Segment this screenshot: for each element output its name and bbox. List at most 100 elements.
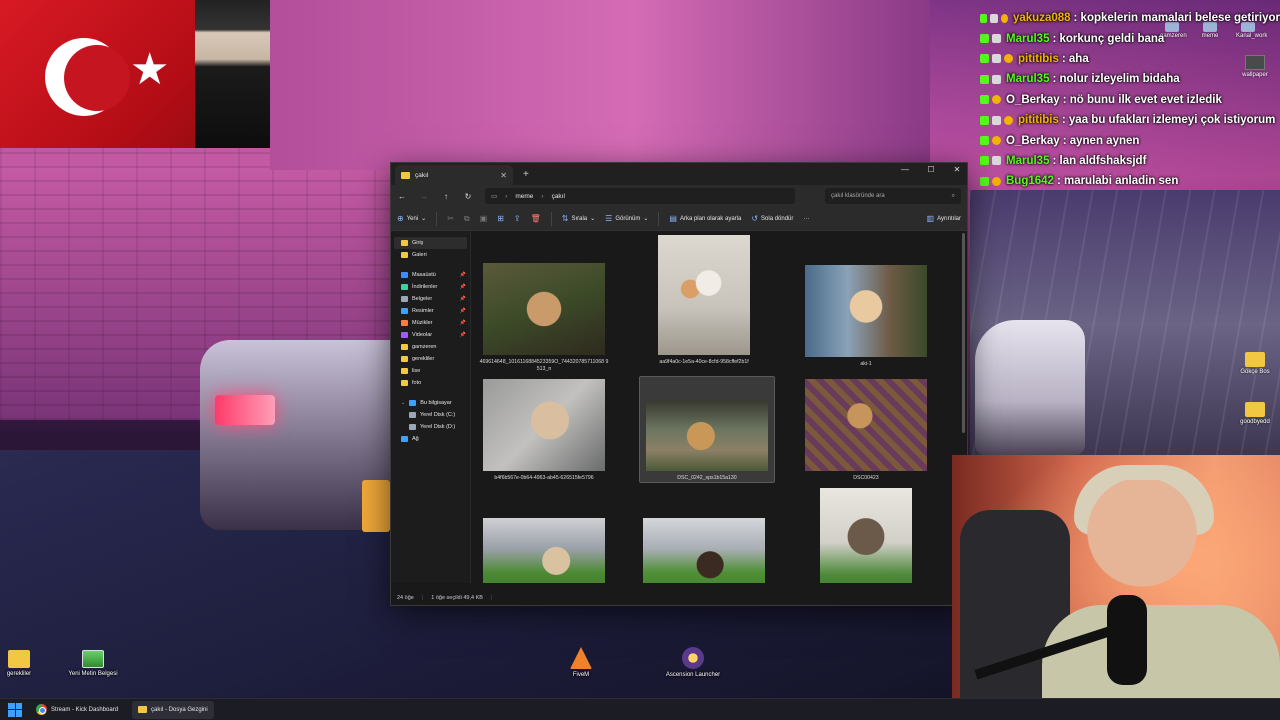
close-window-button[interactable]: ✕	[951, 165, 963, 174]
sidebar-item-downloads[interactable]: İndirilenler 📌	[391, 281, 470, 293]
start-tile	[15, 710, 22, 717]
taskbar-item-explorer[interactable]: çakıl - Dosya Gezgini	[132, 700, 214, 719]
breadcrumb-cakil[interactable]: çakıl	[552, 193, 565, 200]
forward-button[interactable]: →	[419, 192, 429, 201]
kick-badge-icon	[980, 115, 989, 125]
pin-icon[interactable]: 📌	[460, 272, 466, 278]
chat-username: O_Berkay	[1006, 134, 1060, 147]
back-button[interactable]: ←	[397, 192, 407, 201]
file-thumbnail[interactable]: b4f6b567e-0b64-4963-ab45-626515fe5796	[479, 379, 609, 482]
status-bar: 24 öğe | 1 öğe seçildi 49,4 KB |	[391, 591, 967, 605]
sidebar-item-lise[interactable]: lise	[391, 365, 470, 377]
explorer-body: Giriş Galeri Masaüstü 📌 İndirilenler 📌 B…	[391, 231, 967, 583]
sidebar-item-gallery[interactable]: Galeri	[391, 249, 470, 261]
view-button[interactable]: ☰ Görünüm ⌄	[605, 214, 648, 223]
sidebar-item-music[interactable]: Müzikler 📌	[391, 317, 470, 329]
chat-message: Marul35 : korkunç geldi bana	[980, 28, 1280, 48]
sidebar-item-home[interactable]: Giriş	[394, 237, 467, 249]
view-label: Görünüm	[615, 215, 641, 222]
set-background-label: Arka plan olarak ayarla	[679, 215, 742, 222]
minimize-button[interactable]: —	[899, 165, 911, 174]
file-thumbnail-selected[interactable]: DSC_0242_sps1b15a130	[639, 376, 775, 483]
address-input[interactable]: ▭ › meme › çakıl	[485, 188, 795, 204]
sidebar-item-gerekliler[interactable]: gerekliler	[391, 353, 470, 365]
pin-icon[interactable]: 📌	[460, 332, 466, 338]
sidebar-item-disk-d[interactable]: Yerel Disk (D:)	[391, 421, 470, 433]
image-preview	[483, 518, 605, 583]
taskbar-item-chrome[interactable]: Stream - Kick Dashboard	[30, 701, 124, 719]
paste-icon[interactable]: ▣	[480, 214, 488, 223]
rotate-left-button[interactable]: ↺ Sola döndür	[751, 214, 793, 223]
pin-icon[interactable]: 📌	[460, 296, 466, 302]
close-tab-icon[interactable]: ✕	[500, 171, 507, 180]
file-thumbnail[interactable]: DSC00423	[801, 379, 931, 482]
sidebar-item-desktop[interactable]: Masaüstü 📌	[391, 269, 470, 281]
new-button[interactable]: ⊕ Yeni ⌄	[397, 214, 426, 223]
file-thumbnail[interactable]: aa9f4a0c-1e5a-40ce-8cfd-958cffef2b1f	[639, 235, 769, 366]
cut-icon[interactable]: ✂	[447, 214, 454, 223]
sidebar-item-pictures[interactable]: Resimler 📌	[391, 305, 470, 317]
file-thumbnail[interactable]	[639, 518, 769, 583]
chat-text: : aynen aynen	[1062, 134, 1140, 147]
sort-button[interactable]: ⇅ Sırala ⌄	[562, 214, 595, 223]
sidebar-item-gamzeren[interactable]: gamzeren	[391, 341, 470, 353]
chevron-down-icon[interactable]: ⌄	[401, 400, 405, 406]
desktop-icon-ascension-launcher[interactable]: Ascension Launcher	[663, 647, 723, 679]
more-options-button[interactable]: ···	[803, 216, 809, 222]
file-thumbnail[interactable]	[479, 518, 609, 583]
chat-text: : aha	[1061, 52, 1089, 65]
image-preview	[658, 235, 750, 355]
details-button[interactable]: ▥ Ayrıntılar	[927, 214, 961, 223]
sidebar-item-foto[interactable]: foto	[391, 377, 470, 389]
desktop-folder-goodbyedd[interactable]: goodbyedd	[1240, 402, 1270, 425]
ascension-icon	[682, 647, 704, 669]
search-input[interactable]: çakıl klasöründe ara ⌕	[825, 188, 961, 204]
sidebar-item-disk-c[interactable]: Yerel Disk (C:)	[391, 409, 470, 421]
maximize-button[interactable]: ☐	[925, 165, 937, 174]
address-bar: ← → ↑ ↻ ▭ › meme › çakıl çakıl klasöründ…	[391, 185, 967, 207]
desktop-icon-fivem[interactable]: FiveM	[551, 647, 611, 679]
refresh-button[interactable]: ↻	[463, 192, 473, 201]
file-name: aa9f4a0c-1e5a-40ce-8cfd-958cffef2b1f	[659, 359, 749, 365]
explorer-tab[interactable]: çakıl ✕	[395, 165, 513, 185]
sidebar-item-this-pc[interactable]: ⌄ Bu bilgisayar	[391, 397, 470, 409]
sidebar-item-documents[interactable]: Belgeler 📌	[391, 293, 470, 305]
pin-icon[interactable]: 📌	[460, 308, 466, 314]
downloads-icon	[401, 284, 408, 290]
sidebar-item-network[interactable]: Ağ	[391, 433, 470, 445]
up-button[interactable]: ↑	[441, 192, 451, 201]
file-thumbnail[interactable]: aki-1	[801, 265, 931, 368]
desktop-icon-gerekliler[interactable]: gerekliler	[0, 650, 49, 678]
vertical-scrollbar[interactable]	[962, 233, 965, 433]
chat-username: pititibis	[1018, 52, 1059, 65]
file-thumbnail[interactable]	[801, 488, 931, 583]
sidebar-item-label: Masaüstü	[412, 272, 436, 278]
windows-start-button[interactable]	[8, 702, 22, 717]
new-tab-button[interactable]: +	[523, 169, 529, 180]
folder-icon	[1245, 402, 1265, 417]
delete-icon[interactable]: 🗑	[531, 214, 541, 223]
wallpaper-car-taillight	[215, 395, 275, 425]
image-preview	[483, 263, 605, 355]
sidebar-item-label: Yerel Disk (D:)	[420, 424, 456, 430]
desktop-folder-gokce[interactable]: Gökçe Bos	[1240, 352, 1270, 375]
image-preview	[805, 265, 927, 357]
text-document-icon	[82, 650, 104, 668]
sidebar-item-label: foto	[412, 380, 422, 386]
copy-icon[interactable]: ⧉	[464, 214, 470, 224]
chevron-down-icon: ⌄	[590, 216, 596, 222]
breadcrumb-meme[interactable]: meme	[515, 193, 533, 200]
set-background-button[interactable]: ▤ Arka plan olarak ayarla	[669, 214, 741, 223]
rename-icon[interactable]: ⊞	[497, 214, 504, 223]
sub-badge-icon	[992, 34, 1001, 44]
file-thumbnail[interactable]: 469614648_1016116884523359O_744320785711…	[479, 263, 609, 373]
desktop-icon-new-text-document[interactable]: Yeni Metin Belgesi	[63, 650, 123, 678]
pin-icon[interactable]: 📌	[460, 284, 466, 290]
pin-icon[interactable]: 📌	[460, 320, 466, 326]
image-preview	[646, 401, 768, 471]
share-icon[interactable]: ⇪	[514, 214, 521, 223]
chat-username: Marul35	[1006, 73, 1050, 86]
sidebar-item-videos[interactable]: Videolar 📌	[391, 329, 470, 341]
wallpaper-car-right	[975, 320, 1085, 455]
folder-icon	[401, 356, 408, 362]
